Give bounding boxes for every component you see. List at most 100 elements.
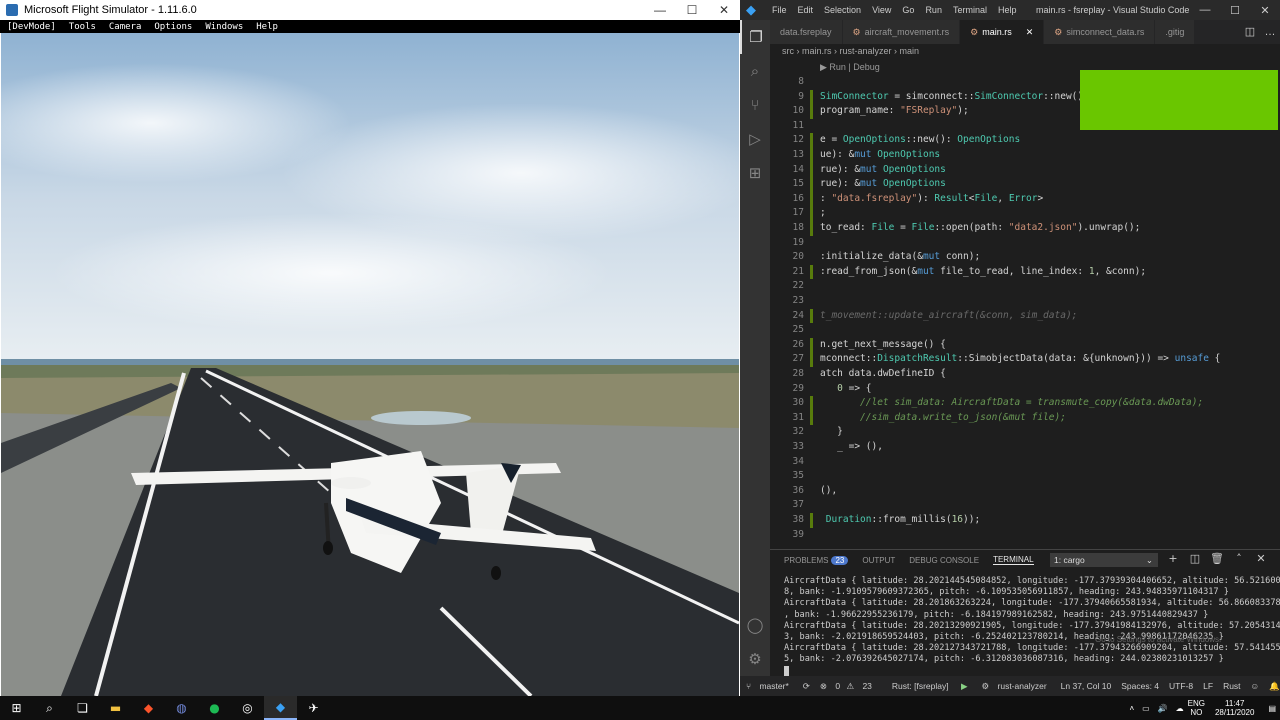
tab-output[interactable]: OUTPUT bbox=[862, 556, 895, 565]
menu-go[interactable]: Go bbox=[902, 5, 914, 15]
split-editor-icon[interactable]: ◫ bbox=[1240, 20, 1260, 44]
code-line[interactable]: 28 atch data.dwDefineID { bbox=[770, 367, 1280, 382]
code-line[interactable]: 34 bbox=[770, 455, 1280, 470]
flight-simulator-taskbar-icon[interactable]: ✈ bbox=[297, 696, 330, 720]
tab-debug-console[interactable]: DEBUG CONSOLE bbox=[909, 556, 979, 565]
terminal-output[interactable]: AircraftData { latitude: 28.202144545084… bbox=[784, 576, 1280, 680]
breadcrumb-analyzer[interactable]: rust-analyzer bbox=[840, 46, 892, 56]
vscode-maximize-button[interactable]: ☐ bbox=[1220, 4, 1250, 17]
code-line[interactable]: 16: "data.fsreplay"): Result<File, Error… bbox=[770, 191, 1280, 207]
code-line[interactable]: 19 bbox=[770, 236, 1280, 251]
tab-close-icon[interactable]: ✕ bbox=[1026, 27, 1034, 37]
dev-menu-devmode[interactable]: [DevMode] bbox=[7, 22, 56, 32]
brave-browser-icon[interactable]: ◆ bbox=[132, 696, 165, 720]
source-control-icon[interactable]: ⑂ bbox=[740, 88, 770, 122]
bell-icon[interactable]: 🔔 bbox=[1269, 681, 1280, 692]
input-language[interactable]: ENG NO bbox=[1188, 699, 1205, 717]
feedback-icon[interactable]: ☺ bbox=[1251, 681, 1260, 692]
more-actions-icon[interactable]: … bbox=[1260, 20, 1280, 44]
add-terminal-icon[interactable]: + bbox=[1162, 552, 1184, 565]
code-line[interactable]: 17; bbox=[770, 206, 1280, 221]
code-line[interactable]: 26 n.get_next_message() { bbox=[770, 337, 1280, 353]
onedrive-icon[interactable]: ☁ bbox=[1176, 704, 1184, 713]
code-line[interactable]: 27 mconnect::DispatchResult::SimobjectDat… bbox=[770, 352, 1280, 367]
breadcrumb-src[interactable]: src bbox=[782, 46, 794, 56]
problems-status[interactable]: ⊗ 0 ⚠ 23 bbox=[820, 681, 876, 692]
breadcrumb-file[interactable]: main.rs bbox=[802, 46, 832, 56]
code-line[interactable]: 29 0 => { bbox=[770, 382, 1280, 397]
dev-menu-options[interactable]: Options bbox=[154, 22, 192, 32]
menu-terminal[interactable]: Terminal bbox=[953, 5, 987, 15]
notifications-icon[interactable]: ▤ bbox=[1268, 704, 1276, 713]
start-button[interactable]: ⊞ bbox=[0, 696, 33, 720]
steam-icon[interactable]: ◎ bbox=[231, 696, 264, 720]
trash-icon[interactable]: 🗑 bbox=[1206, 552, 1228, 565]
vscode-close-button[interactable]: ✕ bbox=[1250, 4, 1280, 17]
menu-edit[interactable]: Edit bbox=[798, 5, 814, 15]
code-line[interactable]: 25 bbox=[770, 323, 1280, 338]
clock[interactable]: 11:47 28/11/2020 bbox=[1215, 699, 1254, 717]
code-line[interactable]: 24 t_movement::update_aircraft(&conn, sim… bbox=[770, 308, 1280, 324]
maximize-button[interactable]: ☐ bbox=[676, 3, 708, 17]
vscode-titlebar[interactable]: ◆ File Edit Selection View Go Run Termin… bbox=[740, 0, 1280, 20]
line-ending[interactable]: LF bbox=[1203, 681, 1213, 692]
code-line[interactable]: 18 to_read: File = File::open(path: "data… bbox=[770, 221, 1280, 236]
vscode-taskbar-icon[interactable]: ◆ bbox=[264, 696, 297, 720]
analyzer-status[interactable]: ⚙ rust-analyzer bbox=[982, 681, 1051, 692]
network-icon[interactable]: ▭ bbox=[1142, 704, 1150, 713]
sync-icon[interactable]: ⟳ bbox=[803, 681, 810, 692]
code-line[interactable]: 14 rue): &mut OpenOptions bbox=[770, 162, 1280, 178]
breadcrumb-symbol[interactable]: main bbox=[900, 46, 920, 56]
indentation[interactable]: Spaces: 4 bbox=[1121, 681, 1159, 692]
tab-problems[interactable]: PROBLEMS 23 bbox=[784, 555, 849, 565]
code-line[interactable]: 37 bbox=[770, 498, 1280, 513]
menu-selection[interactable]: Selection bbox=[824, 5, 861, 15]
branch-status[interactable]: ⑂ master* bbox=[746, 681, 793, 691]
file-explorer-icon[interactable]: ▬ bbox=[99, 696, 132, 720]
code-line[interactable]: 32 } bbox=[770, 425, 1280, 440]
vscode-minimize-button[interactable]: — bbox=[1190, 4, 1220, 17]
account-icon[interactable]: ◯ bbox=[740, 608, 770, 642]
search-icon[interactable]: ⌕ bbox=[33, 696, 66, 720]
minimize-button[interactable]: — bbox=[644, 3, 676, 17]
menu-view[interactable]: View bbox=[872, 5, 891, 15]
extensions-icon[interactable]: ⊞ bbox=[740, 156, 770, 190]
tab-main-rs[interactable]: ⚙ main.rs ✕ bbox=[960, 20, 1045, 44]
dev-menu-windows[interactable]: Windows bbox=[205, 22, 243, 32]
run-target[interactable]: Rust: [fsreplay] ▶ bbox=[886, 681, 972, 692]
code-line[interactable]: 12 e = OpenOptions::new(): OpenOptions bbox=[770, 133, 1280, 148]
language-mode[interactable]: Rust bbox=[1223, 681, 1240, 692]
flight-scene[interactable] bbox=[1, 33, 739, 696]
codelens-run-debug[interactable]: ▶ Run | Debug bbox=[820, 62, 880, 73]
code-line[interactable]: 35 bbox=[770, 469, 1280, 484]
tab-terminal[interactable]: TERMINAL bbox=[993, 555, 1034, 565]
show-hidden-icons[interactable]: ˄ bbox=[1129, 704, 1134, 713]
maximize-panel-icon[interactable]: ˄ bbox=[1228, 552, 1250, 565]
volume-icon[interactable]: 🔊 bbox=[1158, 704, 1168, 713]
explorer-icon[interactable]: ❐ bbox=[740, 20, 770, 54]
run-debug-icon[interactable]: ▷ bbox=[740, 122, 770, 156]
dev-menu-tools[interactable]: Tools bbox=[69, 22, 96, 32]
code-line[interactable]: 39 bbox=[770, 528, 1280, 543]
tab-data-fsreplay[interactable]: data.fsreplay bbox=[770, 20, 843, 44]
code-line[interactable]: 38 Duration::from_millis(16)); bbox=[770, 513, 1280, 528]
code-line[interactable]: 22 bbox=[770, 279, 1280, 294]
code-line[interactable]: 21:read_from_json(&mut file_to_read, lin… bbox=[770, 264, 1280, 280]
terminal-select[interactable]: 1: cargo ⌄ bbox=[1050, 553, 1158, 567]
gear-icon[interactable]: ⚙ bbox=[740, 642, 770, 676]
code-editor[interactable]: ▶ Run | Debug 8 9 SimConnector = simconnec… bbox=[770, 58, 1280, 544]
tab-gitignore[interactable]: .gitig bbox=[1155, 20, 1196, 44]
dev-menu-camera[interactable]: Camera bbox=[109, 22, 142, 32]
discord-icon[interactable]: ◍ bbox=[165, 696, 198, 720]
code-line[interactable]: 15 rue): &mut OpenOptions bbox=[770, 177, 1280, 192]
task-view-icon[interactable]: ❏ bbox=[66, 696, 99, 720]
code-line[interactable]: 13 ue): &mut OpenOptions bbox=[770, 148, 1280, 163]
menu-help[interactable]: Help bbox=[998, 5, 1017, 15]
code-line[interactable]: 23 bbox=[770, 294, 1280, 309]
code-line[interactable]: 36 (), bbox=[770, 484, 1280, 499]
menu-file[interactable]: File bbox=[772, 5, 787, 15]
split-terminal-icon[interactable]: ◫ bbox=[1184, 552, 1206, 565]
spotify-icon[interactable]: ● bbox=[198, 696, 231, 720]
menu-run[interactable]: Run bbox=[925, 5, 942, 15]
close-button[interactable]: ✕ bbox=[708, 3, 740, 17]
